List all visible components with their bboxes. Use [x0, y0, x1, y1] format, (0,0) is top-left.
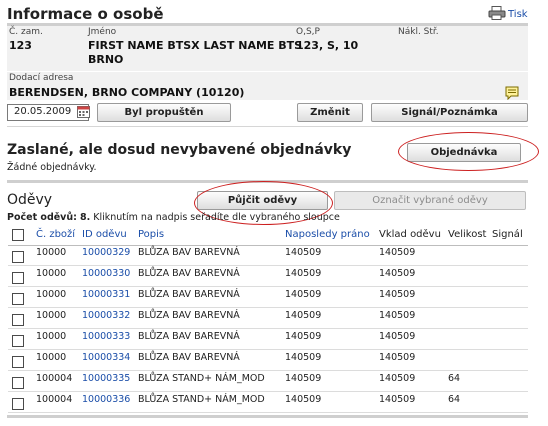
emp-no-value: 123 [9, 39, 32, 52]
cell-desc: BLŮZA BAV BAREVNÁ [138, 268, 240, 279]
cell-item: 10000 [36, 352, 67, 363]
cell-washed: 140509 [285, 352, 322, 363]
print-label[interactable]: Tisk [508, 9, 528, 20]
cell-id-link[interactable]: 10000333 [82, 331, 130, 342]
released-button[interactable]: Byl propuštěn [97, 103, 231, 122]
cell-size: 64 [448, 394, 461, 405]
printer-icon[interactable] [488, 6, 506, 20]
cell-item: 100004 [36, 394, 73, 405]
note-icon[interactable] [505, 86, 519, 101]
cell-id-link[interactable]: 10000336 [82, 394, 130, 405]
cell-desc: BLŮZA BAV BAREVNÁ [138, 247, 240, 258]
print-link[interactable]: Tisk [488, 6, 528, 20]
cell-washed: 140509 [285, 268, 322, 279]
column-header-washed[interactable]: Naposledy práno [285, 229, 370, 240]
sort-hint: Kliknutím na nadpis seřadíte dle vybrané… [93, 212, 340, 223]
delivery-label: Dodací adresa [9, 73, 74, 83]
cell-deposit: 140509 [379, 310, 416, 321]
cell-washed: 140509 [285, 247, 322, 258]
cell-item: 10000 [36, 247, 67, 258]
table-row: 100004 10000336 BLŮZA STAND+ NÁM_MOD 140… [8, 392, 528, 413]
table-bottom-rule [7, 415, 528, 418]
cell-washed: 140509 [285, 331, 322, 342]
cell-washed: 140509 [285, 289, 322, 300]
cell-item: 100004 [36, 373, 73, 384]
cell-item: 10000 [36, 310, 67, 321]
table-row: 100004 10000335 BLŮZA STAND+ NÁM_MOD 140… [8, 371, 528, 392]
table-row: 10000 10000331 BLŮZA BAV BAREVNÁ 140509 … [8, 287, 528, 308]
delivery-value: BERENDSEN, BRNO COMPANY (10120) [9, 86, 245, 99]
column-header-size[interactable]: Velikost [448, 229, 486, 240]
cell-desc: BLŮZA STAND+ NÁM_MOD [138, 373, 265, 384]
cell-id-link[interactable]: 10000335 [82, 373, 130, 384]
cell-item: 10000 [36, 331, 67, 342]
column-header-desc[interactable]: Popis [138, 229, 164, 240]
change-button[interactable]: Změnit [297, 103, 363, 122]
osp-value: 123, S, 10 [296, 39, 359, 52]
cell-washed: 140509 [285, 394, 322, 405]
cell-desc: BLŮZA BAV BAREVNÁ [138, 310, 240, 321]
cell-id-link[interactable]: 10000331 [82, 289, 130, 300]
label-emp-no: Č. zam. [9, 27, 43, 37]
date-value[interactable]: 20.05.2009 [14, 106, 71, 117]
select-all-checkbox[interactable] [12, 229, 24, 241]
table-row: 10000 10000329 BLŮZA BAV BAREVNÁ 140509 … [8, 245, 528, 266]
cell-desc: BLŮZA BAV BAREVNÁ [138, 331, 240, 342]
cell-deposit: 140509 [379, 352, 416, 363]
cell-id-link[interactable]: 10000332 [82, 310, 130, 321]
orders-title: Zaslané, ale dosud nevybavené objednávky [7, 142, 352, 158]
cell-item: 10000 [36, 268, 67, 279]
cell-desc: BLŮZA STAND+ NÁM_MOD [138, 394, 265, 405]
row-checkbox[interactable] [12, 272, 24, 284]
cell-deposit: 140509 [379, 289, 416, 300]
name-value-line1: FIRST NAME BTSX LAST NAME BTS [88, 39, 303, 52]
orders-empty-text: Žádné objednávky. [7, 162, 97, 173]
label-osp: O,S,P [296, 27, 320, 37]
cell-deposit: 140509 [379, 268, 416, 279]
table-row: 10000 10000330 BLŮZA BAV BAREVNÁ 140509 … [8, 266, 528, 287]
divider [7, 126, 528, 127]
cell-deposit: 140509 [379, 394, 416, 405]
highlight-ellipse [398, 132, 539, 171]
row-checkbox[interactable] [12, 293, 24, 305]
column-header-deposit[interactable]: Vklad oděvu [379, 229, 441, 240]
column-header-item[interactable]: Č. zboží [36, 229, 75, 240]
cell-deposit: 140509 [379, 247, 416, 258]
cell-washed: 140509 [285, 310, 322, 321]
cell-washed: 140509 [285, 373, 322, 384]
label-name: Jméno [88, 27, 117, 37]
row-checkbox[interactable] [12, 314, 24, 326]
count-label: Počet oděvů: [7, 212, 77, 223]
signal-note-button[interactable]: Signál/Poznámka [371, 103, 528, 122]
cell-deposit: 140509 [379, 373, 416, 384]
calendar-icon[interactable] [77, 106, 90, 118]
cell-desc: BLŮZA BAV BAREVNÁ [138, 289, 240, 300]
garments-table-header: Č. zboží ID oděvu Popis Naposledy práno … [8, 226, 528, 246]
column-header-signal[interactable]: Signál [492, 229, 523, 240]
count-value: 8 [79, 212, 87, 223]
cell-id-link[interactable]: 10000334 [82, 352, 130, 363]
label-cost-center: Nákl. Stř. [398, 27, 439, 37]
garments-count-line: Počet oděvů: 8. Kliknutím na nadpis seřa… [7, 212, 340, 223]
cell-size: 64 [448, 373, 461, 384]
name-value-line2: BRNO [88, 53, 124, 66]
cell-deposit: 140509 [379, 331, 416, 342]
mark-selected-button[interactable]: Označit vybrané oděvy [334, 191, 526, 210]
table-row: 10000 10000332 BLŮZA BAV BAREVNÁ 140509 … [8, 308, 528, 329]
column-header-id[interactable]: ID oděvu [82, 229, 127, 240]
table-row: 10000 10000333 BLŮZA BAV BAREVNÁ 140509 … [8, 329, 528, 350]
cell-desc: BLŮZA BAV BAREVNÁ [138, 352, 240, 363]
cell-id-link[interactable]: 10000330 [82, 268, 130, 279]
table-row: 10000 10000334 BLŮZA BAV BAREVNÁ 140509 … [8, 350, 528, 371]
row-checkbox[interactable] [12, 377, 24, 389]
row-checkbox[interactable] [12, 335, 24, 347]
person-title: Informace o osobě [7, 5, 164, 23]
cell-id-link[interactable]: 10000329 [82, 247, 130, 258]
garments-title: Oděvy [7, 192, 53, 208]
cell-item: 10000 [36, 289, 67, 300]
row-checkbox[interactable] [12, 251, 24, 263]
row-checkbox[interactable] [12, 398, 24, 410]
row-checkbox[interactable] [12, 356, 24, 368]
